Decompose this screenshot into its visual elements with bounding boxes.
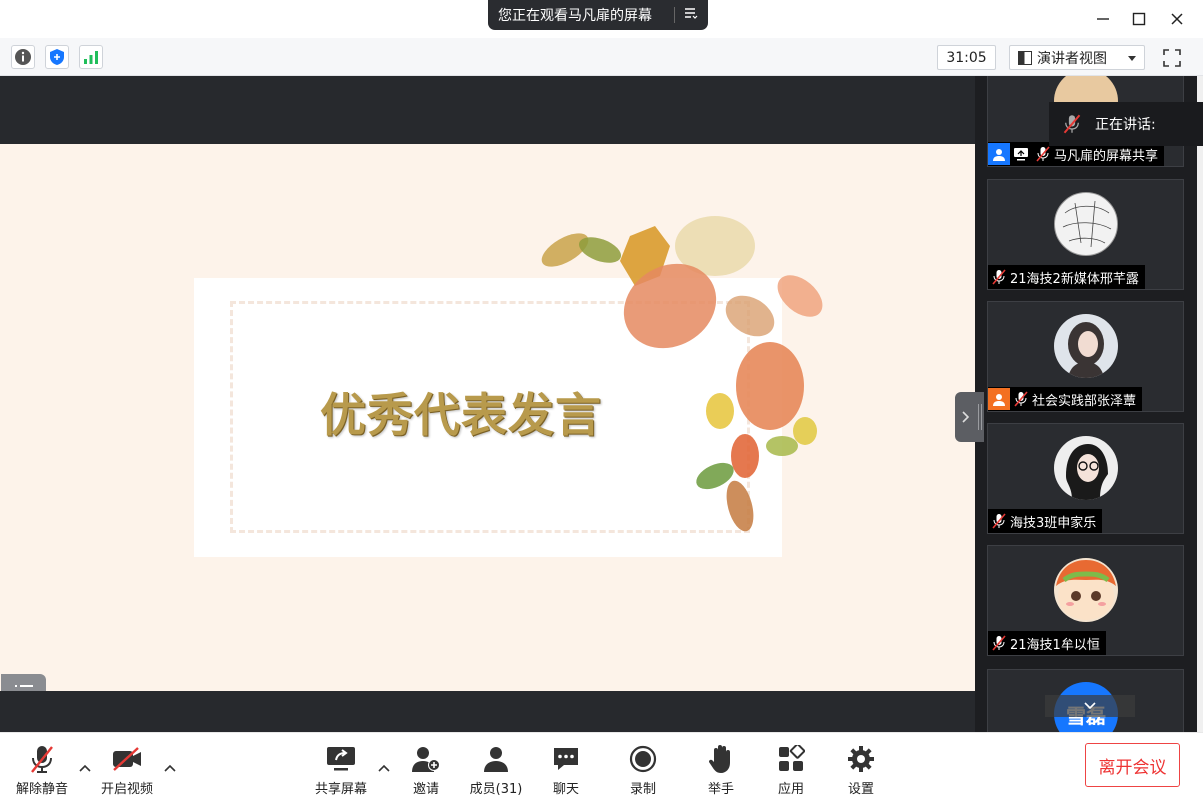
speaking-indicator: 正在讲话: — [1049, 102, 1203, 146]
share-screen-label: 共享屏幕 — [314, 782, 367, 797]
members-label: 成员(31) — [469, 782, 523, 797]
raise-hand-button[interactable]: 举手 — [686, 743, 756, 798]
shield-icon[interactable] — [45, 45, 69, 69]
fullscreen-icon[interactable] — [1159, 45, 1185, 71]
hand-icon — [705, 743, 737, 775]
strip-scrollbar[interactable] — [1197, 76, 1203, 732]
list-menu-icon[interactable] — [675, 6, 707, 24]
participant-strip: 马凡扉的屏幕共享 21海技2新媒体邢芊露 社会实践部张泽蕈 海技3班申家乐 21… — [975, 76, 1197, 732]
raise-hand-label: 举手 — [707, 782, 734, 797]
apps-button[interactable]: 应用 — [756, 743, 826, 798]
participant-nameplate: 21海技2新媒体邢芊露 — [988, 265, 1145, 289]
avatar — [1054, 192, 1118, 256]
maximize-icon[interactable] — [1122, 4, 1156, 34]
add-user-icon — [410, 743, 442, 775]
members-icon — [480, 743, 512, 775]
mic-muted-icon — [1010, 388, 1032, 410]
mic-muted-icon — [1032, 143, 1054, 165]
chevron-up-icon[interactable] — [78, 761, 92, 775]
chevron-up-icon[interactable] — [163, 761, 177, 775]
avatar — [1054, 314, 1118, 378]
meeting-controls-bar: 解除静音 开启视频 共享屏幕 邀请 成员(31) 聊天 录制 举手 应用 设置 … — [0, 732, 1203, 799]
record-button[interactable]: 录制 — [608, 743, 678, 798]
participant-tile[interactable]: 海技3班申家乐 — [987, 423, 1184, 534]
settings-button[interactable]: 设置 — [826, 743, 896, 798]
collapse-strip-button[interactable] — [955, 392, 984, 442]
title-bar: 您正在观看马凡扉的屏幕 — [0, 0, 1203, 38]
watercolor-leaves-illustration — [541, 216, 823, 532]
signal-bars-icon[interactable] — [79, 45, 103, 69]
avatar — [1054, 436, 1118, 500]
chevron-down-icon — [1128, 56, 1136, 61]
participant-nameplate: 社会实践部张泽蕈 — [988, 387, 1143, 411]
close-icon[interactable] — [1160, 4, 1194, 34]
unmute-button[interactable]: 解除静音 — [7, 743, 77, 798]
slide-list-icon[interactable] — [1, 674, 46, 691]
apps-label: 应用 — [777, 782, 804, 797]
mic-muted-icon — [1049, 114, 1095, 134]
meeting-timer: 31:05 — [937, 45, 996, 70]
gear-icon — [845, 743, 877, 775]
chevron-up-icon[interactable] — [377, 761, 391, 775]
share-banner-text: 您正在观看马凡扉的屏幕 — [498, 8, 652, 24]
invite-label: 邀请 — [412, 782, 439, 797]
participant-tile[interactable]: 21海技2新媒体邢芊露 — [987, 179, 1184, 290]
apps-icon — [775, 743, 807, 775]
scroll-down-button[interactable] — [1045, 695, 1135, 717]
participant-name: 社会实践部张泽蕈 — [1032, 393, 1137, 409]
shared-screen-area: 优秀代表发言 — [0, 76, 975, 732]
participant-name: 海技3班申家乐 — [1010, 515, 1097, 531]
participant-name: 马凡扉的屏幕共享 — [1054, 148, 1159, 164]
participant-tile[interactable]: 社会实践部张泽蕈 — [987, 301, 1184, 412]
participant-nameplate: 21海技1牟以恒 — [988, 631, 1106, 655]
members-button[interactable]: 成员(31) — [461, 743, 531, 798]
participant-name: 21海技1牟以恒 — [1010, 637, 1100, 653]
mic-muted-icon — [988, 632, 1010, 654]
participant-nameplate: 海技3班申家乐 — [988, 509, 1103, 533]
participant-tile[interactable]: 21海技1牟以恒 — [987, 545, 1184, 656]
minimize-icon[interactable] — [1086, 4, 1120, 34]
leave-meeting-button[interactable]: 离开会议 — [1085, 743, 1180, 787]
view-mode-select[interactable]: 演讲者视图 — [1009, 45, 1145, 70]
video-off-icon — [111, 743, 143, 775]
chat-label: 聊天 — [552, 782, 579, 797]
chat-button[interactable]: 聊天 — [531, 743, 601, 798]
share-screen-button[interactable]: 共享屏幕 — [306, 743, 376, 798]
start-video-label: 开启视频 — [100, 782, 153, 797]
invite-button[interactable]: 邀请 — [391, 743, 461, 798]
start-video-button[interactable]: 开启视频 — [92, 743, 162, 798]
presentation-slide: 优秀代表发言 — [0, 144, 975, 691]
settings-label: 设置 — [847, 782, 874, 797]
share-screen-icon — [325, 743, 357, 775]
mic-muted-icon — [26, 743, 58, 775]
meeting-window: 您正在观看马凡扉的屏幕 31:05 演讲者视图 优秀代表发言 马凡扉的屏幕共享 … — [0, 0, 1203, 799]
cohost-icon — [988, 388, 1010, 410]
chat-icon — [550, 743, 582, 775]
avatar — [1054, 558, 1118, 622]
resize-grip[interactable] — [978, 404, 982, 430]
mic-muted-icon — [988, 510, 1010, 532]
participant-name: 21海技2新媒体邢芊露 — [1010, 271, 1139, 287]
info-icon[interactable] — [11, 45, 35, 69]
view-mode-label: 演讲者视图 — [1037, 50, 1107, 67]
speaker-view-icon — [1018, 50, 1032, 65]
meeting-toolbar: 31:05 演讲者视图 — [0, 38, 1203, 76]
speaking-label: 正在讲话: — [1095, 117, 1156, 133]
host-icon — [988, 143, 1010, 165]
record-label: 录制 — [629, 782, 656, 797]
screen-share-icon — [1010, 143, 1032, 165]
share-banner[interactable]: 您正在观看马凡扉的屏幕 — [488, 0, 708, 30]
record-icon — [627, 743, 659, 775]
unmute-label: 解除静音 — [15, 782, 68, 797]
mic-muted-icon — [988, 266, 1010, 288]
